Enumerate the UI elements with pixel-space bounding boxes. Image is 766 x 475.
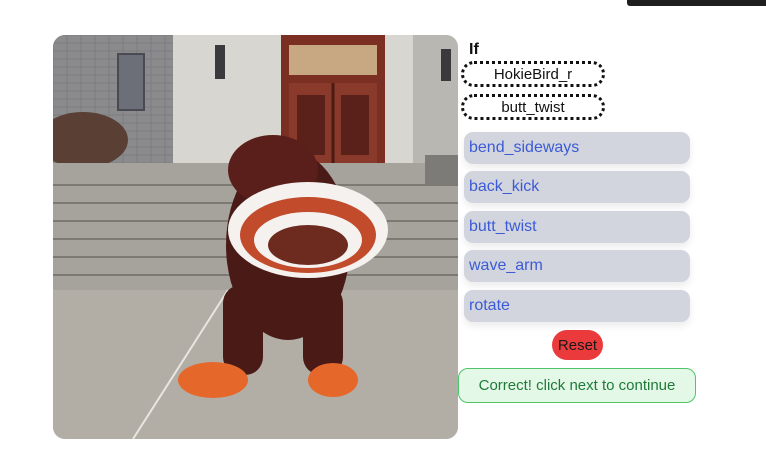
- drop-slot-action[interactable]: butt_twist: [461, 94, 605, 120]
- option-butt-twist[interactable]: butt_twist: [464, 211, 690, 243]
- option-rotate[interactable]: rotate: [464, 290, 690, 322]
- mascot-photo: [53, 35, 458, 439]
- drop-slot-subject-value: HokieBird_r: [493, 65, 573, 83]
- drop-slot-action-value: butt_twist: [501, 98, 565, 116]
- condition-if-label: If: [469, 41, 479, 58]
- status-message: Correct! click next to continue: [458, 368, 696, 403]
- reset-button[interactable]: Reset: [552, 330, 603, 360]
- option-wave-arm[interactable]: wave_arm: [464, 250, 690, 282]
- option-bend-sideways[interactable]: bend_sideways: [464, 132, 690, 164]
- option-back-kick[interactable]: back_kick: [464, 171, 690, 203]
- drop-slot-subject[interactable]: HokieBird_r: [461, 61, 605, 87]
- top-toolbar-edge: [627, 0, 766, 6]
